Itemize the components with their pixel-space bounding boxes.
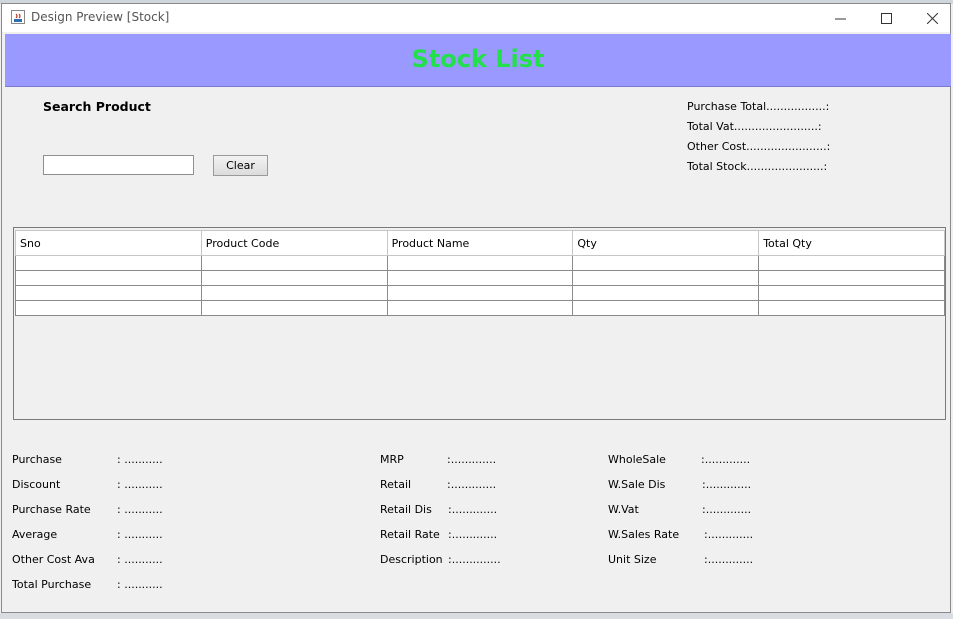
purchase-label: Purchase	[12, 453, 62, 466]
column-header-sno[interactable]: Sno	[15, 230, 202, 256]
table-row[interactable]	[15, 270, 945, 286]
table-row[interactable]	[15, 255, 945, 271]
column-header-product-code[interactable]: Product Code	[200, 230, 388, 256]
other-cost-ava-label: Other Cost Ava	[12, 553, 95, 566]
discount-value: : ...........	[117, 478, 163, 491]
clear-button[interactable]: Clear	[213, 155, 268, 176]
table-cell[interactable]	[200, 285, 388, 301]
wsale-dis-label: W.Sale Dis	[608, 478, 666, 491]
description-value: :..............	[448, 553, 501, 566]
average-label: Average	[12, 528, 58, 541]
table-cell[interactable]	[386, 300, 574, 316]
total-purchase-label: Total Purchase	[12, 578, 92, 591]
total-purchase-value: : ...........	[117, 578, 163, 591]
search-label: Search Product	[43, 99, 151, 114]
table-cell[interactable]	[386, 285, 574, 301]
mrp-label: MRP	[380, 453, 404, 466]
mrp-value: :.............	[447, 453, 497, 466]
retail-rate-label: Retail Rate	[380, 528, 440, 541]
wsales-rate-label: W.Sales Rate	[608, 528, 680, 541]
wholesale-label: WholeSale	[608, 453, 666, 466]
minimize-icon	[834, 18, 846, 19]
purchase-total-label: Purchase Total.................:	[687, 100, 830, 113]
retail-dis-value: :.............	[448, 503, 498, 516]
wholesale-value: :.............	[701, 453, 751, 466]
stock-table[interactable]: Sno Product Code Product Name Qty Total …	[15, 230, 945, 316]
table-cell[interactable]	[15, 285, 202, 301]
table-cell[interactable]	[758, 270, 945, 286]
header-banner: Stock List	[5, 34, 951, 87]
unit-size-value: :.............	[704, 553, 754, 566]
table-cell[interactable]	[572, 285, 760, 301]
table-header-row: Sno Product Code Product Name Qty Total …	[15, 230, 945, 256]
wsale-dis-value: :.............	[702, 478, 752, 491]
column-header-total-qty[interactable]: Total Qty	[758, 230, 945, 256]
page-title: Stock List	[411, 45, 545, 73]
average-value: : ...........	[117, 528, 163, 541]
table-row[interactable]	[15, 300, 945, 316]
purchase-rate-label: Purchase Rate	[12, 503, 91, 516]
table-cell[interactable]	[758, 300, 945, 316]
table-cell[interactable]	[15, 270, 202, 286]
search-input[interactable]	[43, 155, 194, 175]
maximize-button[interactable]	[863, 4, 909, 32]
table-cell[interactable]	[200, 300, 388, 316]
background-window-edge-bottom	[0, 613, 953, 619]
column-header-product-name[interactable]: Product Name	[386, 230, 574, 256]
total-vat-label: Total Vat........................:	[687, 120, 822, 133]
close-icon	[926, 12, 938, 24]
retail-rate-value: :.............	[448, 528, 498, 541]
table-cell[interactable]	[200, 255, 388, 271]
table-cell[interactable]	[15, 300, 202, 316]
table-cell[interactable]	[572, 255, 760, 271]
title-bar[interactable]: Design Preview [Stock]	[2, 4, 950, 32]
total-stock-label: Total Stock......................:	[687, 160, 828, 173]
other-cost-label: Other Cost.......................:	[687, 140, 831, 153]
window-title: Design Preview [Stock]	[31, 10, 170, 24]
retail-dis-label: Retail Dis	[380, 503, 432, 516]
table-cell[interactable]	[758, 285, 945, 301]
maximize-icon	[880, 12, 892, 24]
table-cell[interactable]	[386, 270, 574, 286]
stock-table-scrollpane[interactable]: Sno Product Code Product Name Qty Total …	[13, 227, 946, 420]
retail-label: Retail	[380, 478, 412, 491]
purchase-value: : ...........	[117, 453, 163, 466]
table-cell[interactable]	[200, 270, 388, 286]
stock-window: Design Preview [Stock] Stock List Search…	[1, 3, 951, 613]
table-cell[interactable]	[386, 255, 574, 271]
other-cost-ava-value: : ...........	[117, 553, 163, 566]
purchase-rate-value: : ...........	[117, 503, 163, 516]
description-label: Description	[380, 553, 443, 566]
column-header-qty[interactable]: Qty	[572, 230, 760, 256]
close-button[interactable]	[909, 4, 953, 32]
table-row[interactable]	[15, 285, 945, 301]
table-cell[interactable]	[572, 270, 760, 286]
wvat-label: W.Vat	[608, 503, 639, 516]
retail-value: :.............	[447, 478, 497, 491]
table-cell[interactable]	[15, 255, 202, 271]
wsales-rate-value: :.............	[704, 528, 754, 541]
minimize-button[interactable]	[817, 4, 863, 32]
table-cell[interactable]	[758, 255, 945, 271]
totals-panel: Purchase Total.................: Total V…	[687, 100, 830, 180]
unit-size-label: Unit Size	[608, 553, 657, 566]
java-app-icon	[11, 10, 25, 24]
discount-label: Discount	[12, 478, 61, 491]
table-cell[interactable]	[572, 300, 760, 316]
wvat-value: :.............	[702, 503, 752, 516]
